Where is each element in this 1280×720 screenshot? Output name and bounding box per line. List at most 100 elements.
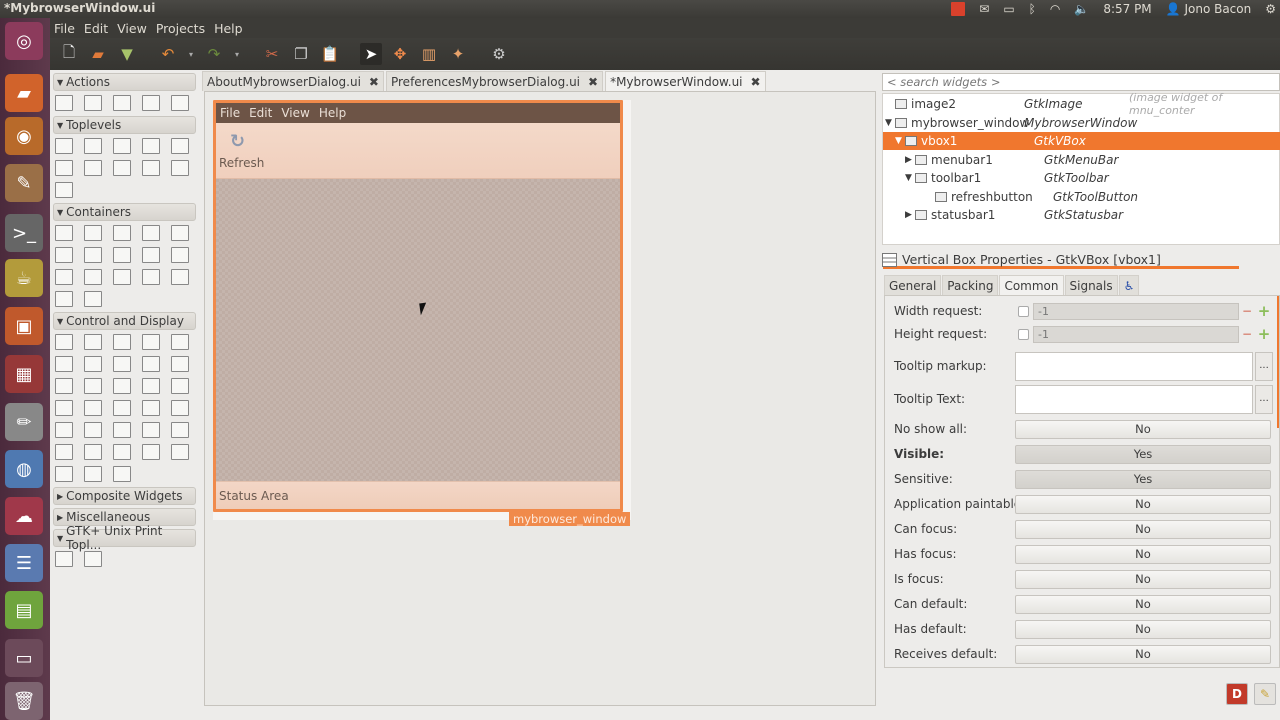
notebook-icon[interactable]: [113, 225, 131, 241]
height-request-checkbox[interactable]: [1018, 328, 1029, 340]
progressbar-icon[interactable]: [84, 422, 102, 438]
font-button-icon[interactable]: [171, 378, 189, 394]
viewport-icon[interactable]: [84, 269, 102, 285]
prop-toggle-button[interactable]: No: [1015, 644, 1271, 664]
vscrollbar-icon[interactable]: [55, 422, 73, 438]
palette-group-containers[interactable]: ▼ Containers: [53, 203, 196, 221]
calendar-icon[interactable]: [113, 444, 131, 460]
menu-help[interactable]: Help: [214, 21, 243, 36]
label-icon[interactable]: [55, 378, 73, 394]
menu-projects[interactable]: Projects: [156, 21, 205, 36]
frame-icon[interactable]: [142, 225, 160, 241]
event-box-icon[interactable]: [113, 269, 131, 285]
layout-button[interactable]: ▥: [418, 43, 440, 65]
hbuttonbox-icon[interactable]: [171, 247, 189, 263]
link-button-icon[interactable]: [55, 400, 73, 416]
file-chooser-dialog-icon[interactable]: [55, 160, 73, 176]
preview-menu-help[interactable]: Help: [319, 106, 346, 120]
vbox-icon[interactable]: [55, 225, 73, 241]
preview-toolbar[interactable]: ↻ Refresh: [216, 123, 620, 179]
entry-icon[interactable]: [55, 356, 73, 372]
collapse-arrow-icon[interactable]: ▼: [895, 136, 902, 146]
check-button-icon[interactable]: [113, 334, 131, 350]
glade-designer-icon[interactable]: ▭: [5, 639, 43, 677]
gear-icon[interactable]: ⚙: [1265, 2, 1276, 16]
palette-group-control-and-display[interactable]: ▼ Control and Display: [53, 312, 196, 330]
user-menu[interactable]: 👤 Jono Bacon: [1166, 2, 1252, 16]
prop-toggle-button[interactable]: No: [1015, 494, 1271, 514]
volume-button-icon[interactable]: [113, 400, 131, 416]
arrow-icon[interactable]: [55, 466, 73, 482]
image-icon[interactable]: [171, 356, 189, 372]
prop-tab-general[interactable]: General: [884, 275, 942, 295]
wand-button[interactable]: ✦: [447, 43, 469, 65]
message-dialog-icon[interactable]: [142, 160, 160, 176]
color-selection-dialog-icon[interactable]: [171, 138, 189, 154]
width-request-input[interactable]: -1: [1033, 302, 1239, 320]
radio-button-icon[interactable]: [142, 334, 160, 350]
search-widgets-input[interactable]: < search widgets >: [882, 73, 1280, 91]
offscreen-window-icon[interactable]: [84, 138, 102, 154]
sound-juicer-icon[interactable]: ▣: [5, 307, 43, 345]
drag-resize-button[interactable]: ✥: [389, 43, 411, 65]
teapot-icon[interactable]: ☕: [5, 259, 43, 297]
preview-menu-edit[interactable]: Edit: [249, 106, 272, 120]
tree-row-statusbar1[interactable]: ▶ statusbar1 GtkStatusbar: [883, 206, 1280, 224]
toggle-action-icon[interactable]: [84, 95, 102, 111]
prop-toggle-button[interactable]: No: [1015, 419, 1271, 439]
drawing-area-icon[interactable]: [84, 466, 102, 482]
toggle-button-icon[interactable]: [84, 334, 102, 350]
chromium-icon[interactable]: ◍: [5, 450, 43, 488]
recent-action-icon[interactable]: [142, 95, 160, 111]
workspace-switcher-icon[interactable]: ▦: [5, 355, 43, 393]
preview-statusbar[interactable]: Status Area: [216, 481, 620, 509]
page-setup-dialog-icon[interactable]: [55, 551, 73, 567]
open-button[interactable]: ▰: [87, 43, 109, 65]
palette-group-toplevels[interactable]: ▼ Toplevels: [53, 116, 196, 134]
layout-icon[interactable]: [171, 225, 189, 241]
cut-button[interactable]: ✂: [261, 43, 283, 65]
fixed-icon[interactable]: [55, 291, 73, 307]
palette-group-actions[interactable]: ▼ Actions: [53, 73, 196, 91]
ubuntu-dash-icon[interactable]: ◎: [5, 22, 43, 60]
combo-box-icon[interactable]: [113, 356, 131, 372]
preferences-button[interactable]: ⚙: [488, 43, 510, 65]
clock[interactable]: 8:57 PM: [1103, 2, 1151, 16]
tree-row-vbox1[interactable]: ▼ vbox1 GtkVBox: [883, 132, 1280, 150]
width-decrement-button[interactable]: −: [1239, 303, 1255, 320]
toolbar-icon[interactable]: [113, 247, 131, 263]
save-button[interactable]: ▼: [116, 43, 138, 65]
redo-button[interactable]: ↷: [203, 43, 225, 65]
height-request-input[interactable]: -1: [1033, 325, 1239, 343]
prop-tab-packing[interactable]: Packing: [942, 275, 999, 295]
prop-toggle-button[interactable]: No: [1015, 544, 1271, 564]
menu-view[interactable]: View: [117, 21, 147, 36]
hscale-icon[interactable]: [142, 400, 160, 416]
vseparator-icon[interactable]: [171, 444, 189, 460]
accel-label-icon[interactable]: [84, 378, 102, 394]
prop-toggle-button[interactable]: No: [1015, 569, 1271, 589]
terminal-icon[interactable]: >_: [5, 214, 43, 252]
radio-action-icon[interactable]: [113, 95, 131, 111]
preview-menu-file[interactable]: File: [220, 106, 240, 120]
alignment-icon[interactable]: [171, 269, 189, 285]
width-increment-button[interactable]: +: [1256, 302, 1272, 320]
redo-dropdown[interactable]: ▾: [232, 43, 242, 65]
assistant-icon[interactable]: [55, 182, 73, 198]
expand-arrow-icon[interactable]: ▶: [905, 210, 912, 220]
hseparator-icon[interactable]: [84, 444, 102, 460]
iconview-icon[interactable]: [55, 444, 73, 460]
palette-group-gtk-unix-print-topl-[interactable]: ▼ GTK+ Unix Print Topl...: [53, 524, 196, 552]
prop-toggle-button[interactable]: No: [1015, 519, 1271, 539]
tree-row-mybrowser-window[interactable]: ▼ mybrowser_window MybrowserWindow: [883, 114, 1280, 132]
bluetooth-icon[interactable]: ᛒ: [1029, 2, 1036, 16]
undo-dropdown[interactable]: ▾: [186, 43, 196, 65]
print-dialog-icon[interactable]: [84, 551, 102, 567]
glade-list-icon[interactable]: ☰: [5, 544, 43, 582]
menu-file[interactable]: File: [54, 21, 75, 36]
tooltip-markup-edit-button[interactable]: ...: [1255, 351, 1273, 381]
files-icon[interactable]: ▰: [5, 74, 43, 112]
select-tool-button[interactable]: ➤: [360, 43, 382, 65]
prop-toggle-button[interactable]: No: [1015, 594, 1271, 614]
hpaned-icon[interactable]: [142, 247, 160, 263]
